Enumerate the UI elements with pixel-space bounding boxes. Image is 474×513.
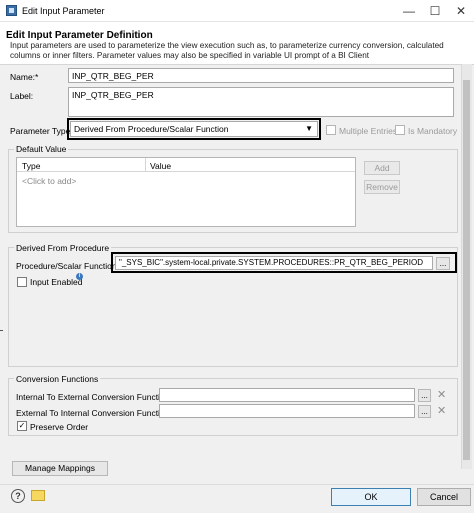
- folder-icon[interactable]: [31, 490, 45, 501]
- minimize-button[interactable]: —: [396, 2, 422, 20]
- param-type-value: Derived From Procedure/Scalar Function: [74, 124, 229, 134]
- input-enabled-checkbox[interactable]: [17, 277, 27, 287]
- param-type-select[interactable]: Derived From Procedure/Scalar Function ▼: [70, 121, 318, 137]
- ext-to-int-field[interactable]: [159, 404, 415, 418]
- column-value: Value: [150, 161, 172, 171]
- table-header: [17, 158, 355, 172]
- is-mandatory-checkbox[interactable]: [395, 125, 405, 135]
- maximize-button[interactable]: ☐: [422, 2, 448, 20]
- default-value-title: Default Value: [14, 144, 69, 154]
- int-to-ext-label: Internal To External Conversion Function…: [16, 392, 172, 402]
- scrollbar-thumb[interactable]: [463, 80, 470, 460]
- ok-button[interactable]: OK: [331, 488, 411, 506]
- click-to-add-row[interactable]: <Click to add>: [22, 176, 76, 186]
- name-field[interactable]: INP_QTR_BEG_PER: [68, 68, 454, 83]
- int-to-ext-clear-icon[interactable]: ✕: [437, 389, 446, 401]
- procedure-label: Procedure/Scalar Function:: [16, 261, 119, 271]
- column-type: Type: [22, 161, 41, 171]
- close-button[interactable]: ✕: [448, 2, 474, 20]
- procedure-browse-button[interactable]: ...: [436, 257, 450, 270]
- add-button[interactable]: Add: [364, 161, 400, 175]
- label-label: Label:: [10, 91, 34, 101]
- multiple-entries-checkbox[interactable]: [326, 125, 336, 135]
- ext-to-int-clear-icon[interactable]: ✕: [437, 405, 446, 417]
- input-enabled-label: Input Enabled: [30, 277, 83, 287]
- ext-to-int-browse-button[interactable]: ...: [418, 405, 431, 418]
- derived-title: Derived From Procedure: [14, 243, 112, 253]
- resize-marker: [0, 330, 3, 331]
- ext-to-int-label: External To Internal Conversion Function…: [16, 408, 172, 418]
- name-label: Name:*: [10, 72, 39, 82]
- dialog-title: Edit Input Parameter Definition: [6, 30, 153, 41]
- info-icon: i: [76, 273, 83, 280]
- column-divider: [145, 158, 146, 172]
- remove-button[interactable]: Remove: [364, 180, 400, 194]
- int-to-ext-browse-button[interactable]: ...: [418, 389, 431, 402]
- preserve-order-checkbox[interactable]: ✓: [17, 421, 27, 431]
- manage-mappings-button[interactable]: Manage Mappings: [12, 461, 108, 476]
- app-icon: [6, 5, 17, 16]
- param-type-label: Parameter Type:: [10, 126, 73, 136]
- procedure-field[interactable]: "_SYS_BIC".system-local.private.SYSTEM.P…: [115, 256, 433, 270]
- conversion-title: Conversion Functions: [14, 374, 101, 384]
- label-field[interactable]: INP_QTR_BEG_PER: [68, 87, 454, 117]
- is-mandatory-label: Is Mandatory: [408, 126, 458, 136]
- multiple-entries-label: Multiple Entries: [339, 126, 398, 136]
- window-title: Edit Input Parameter: [22, 6, 105, 16]
- int-to-ext-field[interactable]: [159, 388, 415, 402]
- preserve-order-label: Preserve Order: [30, 422, 89, 432]
- dialog-description: Input parameters are used to parameteriz…: [10, 41, 444, 60]
- cancel-button[interactable]: Cancel: [417, 488, 471, 506]
- chevron-down-icon: ▼: [305, 124, 313, 133]
- help-icon[interactable]: ?: [11, 489, 25, 503]
